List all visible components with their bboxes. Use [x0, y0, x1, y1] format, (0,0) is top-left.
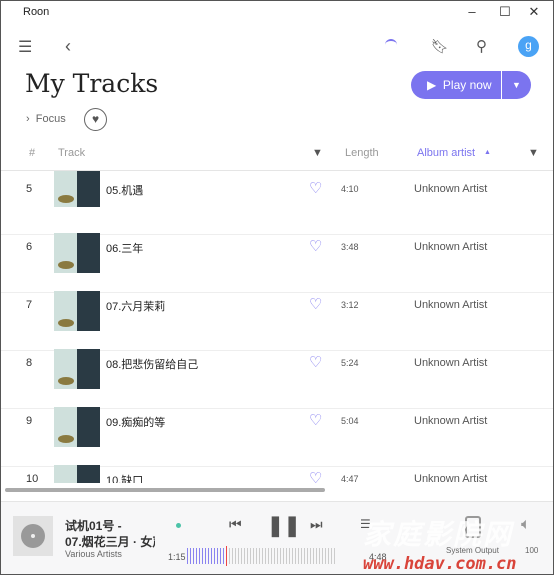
volume-icon[interactable]: 🔈︎ [521, 516, 531, 534]
table-row[interactable]: 8 08.把悲伤留给自己 ♡ 5:24 Unknown Artist [1, 349, 553, 409]
now-playing-art[interactable] [13, 516, 53, 556]
waveform-seekbar[interactable] [187, 546, 337, 566]
back-icon[interactable]: ‹ [65, 36, 71, 57]
album-artist[interactable]: Unknown Artist [414, 183, 487, 195]
horizontal-scrollbar[interactable] [5, 488, 325, 492]
window-title: Roon [23, 6, 50, 18]
heart-icon[interactable]: ♡ [309, 237, 322, 255]
album-art [54, 349, 100, 389]
now-playing-artist[interactable]: Various Artists [65, 549, 122, 559]
album-artist[interactable]: Unknown Artist [414, 299, 487, 311]
col-num: # [29, 147, 36, 159]
focus-label: Focus [35, 113, 66, 125]
album-artist[interactable]: Unknown Artist [414, 357, 487, 369]
track-filter-icon[interactable]: ▼ [312, 147, 323, 159]
album-art [54, 291, 100, 331]
table-row[interactable]: 7 07.六月茉莉 ♡ 3:12 Unknown Artist [1, 291, 553, 351]
loading-spinner-icon [385, 39, 397, 51]
now-playing-track[interactable]: 07.烟花三月 · 女声 [65, 533, 155, 550]
track-number: 7 [26, 299, 33, 311]
track-title[interactable]: 09.痴痴的等 [106, 414, 165, 430]
track-number: 6 [26, 241, 33, 253]
table-row[interactable]: 6 06.三年 ♡ 3:48 Unknown Artist [1, 233, 553, 293]
album-art [54, 233, 100, 273]
album-art [54, 465, 100, 483]
table-row[interactable]: 9 09.痴痴的等 ♡ 5:04 Unknown Artist [1, 407, 553, 467]
favorites-filter-button[interactable]: ♥ [84, 108, 107, 131]
heart-icon[interactable]: ♡ [309, 469, 322, 483]
maximize-button[interactable]: ☐ [495, 4, 515, 20]
focus-toggle[interactable]: › Focus [26, 113, 66, 125]
track-length: 4:47 [341, 474, 359, 483]
play-options-dropdown[interactable]: ▼ [502, 71, 531, 99]
pause-icon[interactable]: ❚❚ [267, 513, 301, 538]
watermark-line1: 家庭影院网 [363, 519, 514, 550]
album-art [54, 407, 100, 447]
heart-icon[interactable]: ♡ [309, 353, 322, 371]
track-title[interactable]: 10.缺口 [106, 472, 143, 483]
track-title[interactable]: 05.机遇 [106, 182, 143, 198]
track-number: 9 [26, 415, 33, 427]
track-length: 3:12 [341, 300, 359, 310]
next-icon[interactable]: ⏭︎ [310, 516, 323, 533]
title-bar: Roon – ☐ ✕ [1, 1, 553, 25]
avatar[interactable]: g [518, 36, 539, 57]
track-number: 8 [26, 357, 33, 369]
table-row[interactable]: 10 10.缺口 ♡ 4:47 Unknown Artist [1, 465, 553, 483]
track-length: 4:10 [341, 184, 359, 194]
track-number: 5 [26, 183, 33, 195]
play-now-button[interactable]: ▶ Play now [411, 71, 501, 99]
track-title[interactable]: 06.三年 [106, 240, 143, 256]
track-length: 5:24 [341, 358, 359, 368]
track-title[interactable]: 07.六月茉莉 [106, 298, 165, 314]
album-artist[interactable]: Unknown Artist [414, 415, 487, 427]
track-title[interactable]: 08.把悲伤留给自己 [106, 356, 198, 372]
previous-icon[interactable]: ⏮︎ [229, 516, 242, 533]
minimize-button[interactable]: – [462, 4, 482, 19]
track-number: 10 [26, 473, 39, 483]
track-length: 3:48 [341, 242, 359, 252]
col-track[interactable]: Track [58, 147, 85, 159]
bookmark-icon[interactable]: 🔖︎ [431, 38, 449, 55]
menu-icon[interactable]: ☰ [18, 37, 32, 57]
heart-icon[interactable]: ♡ [309, 295, 322, 313]
search-icon[interactable]: ⚲ [476, 37, 487, 55]
page-title: My Tracks [25, 69, 159, 98]
play-now-label: Play now [442, 78, 492, 92]
col-album-artist[interactable]: Album artist [417, 147, 475, 159]
track-list: 5 05.机遇 ♡ 4:10 Unknown Artist 6 06.三年 ♡ 3:48 Unk… [1, 171, 553, 483]
album-art [54, 171, 100, 207]
heart-icon[interactable]: ♡ [309, 179, 322, 197]
table-row[interactable]: 5 05.机遇 ♡ 4:10 Unknown Artist [1, 171, 553, 235]
elapsed-time: 1:15 [168, 552, 186, 562]
watermark-logo: 家庭影院网 [363, 513, 513, 553]
track-length: 5:04 [341, 416, 359, 426]
album-artist[interactable]: Unknown Artist [414, 241, 487, 253]
col-length[interactable]: Length [345, 147, 379, 159]
close-button[interactable]: ✕ [524, 4, 544, 20]
status-dot [176, 523, 181, 528]
album-artist[interactable]: Unknown Artist [414, 473, 487, 483]
artist-filter-icon[interactable]: ▼ [528, 147, 539, 159]
volume-level[interactable]: 100 [525, 546, 538, 555]
watermark-url: www.hdav.com.cn [363, 554, 517, 574]
sort-asc-icon: ▲ [484, 149, 491, 156]
heart-icon[interactable]: ♡ [309, 411, 322, 429]
now-playing-title[interactable]: 试机01号 - [65, 517, 122, 534]
